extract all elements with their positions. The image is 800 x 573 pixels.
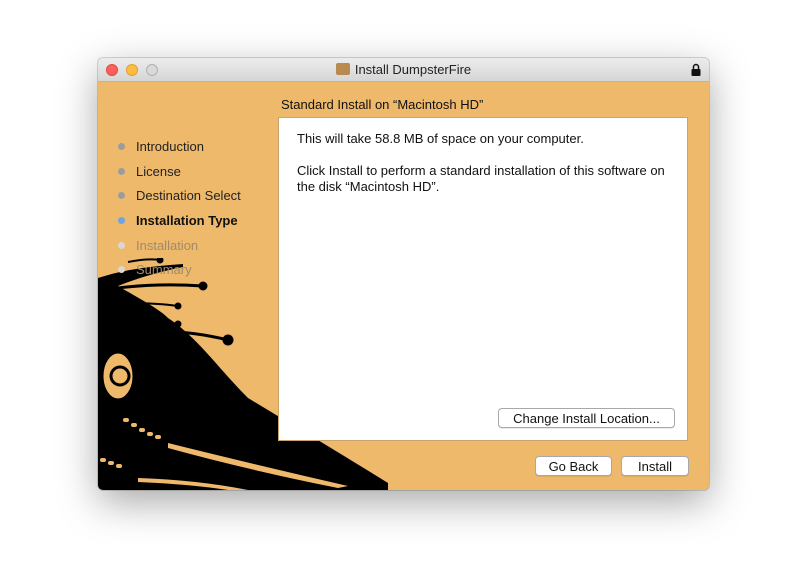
step-label: Installation [136,237,199,253]
page-heading: Standard Install on “Macintosh HD” [281,97,484,112]
step-dot-icon [118,217,125,225]
window-title: Install DumpsterFire [98,62,709,77]
window-title-text: Install DumpsterFire [354,62,472,77]
lock-icon[interactable] [691,63,701,76]
step-dot-icon [118,167,125,175]
steps-sidebar: Introduction License Destination Select … [118,138,241,286]
step-label: Destination Select [136,188,241,204]
step-dot-icon [118,143,125,150]
install-button[interactable]: Install [621,456,689,476]
step-license: License [118,163,241,188]
installer-window: Install DumpsterFire Standard Install on… [98,58,709,490]
step-destination-select: Destination Select [118,187,241,212]
step-label: Summary [136,262,192,278]
step-label: Installation Type [136,213,238,229]
step-introduction: Introduction [118,138,241,163]
step-dot-icon [118,192,125,200]
content-panel: This will take 58.8 MB of space on your … [278,117,688,441]
step-installation: Installation [118,237,241,262]
install-instructions: Click Install to perform a standard inst… [297,163,665,194]
step-installation-type: Installation Type [118,212,241,237]
go-back-button[interactable]: Go Back [535,456,612,476]
package-icon [335,63,350,75]
step-dot-icon [118,241,125,249]
change-install-location-button[interactable]: Change Install Location... [498,408,675,428]
step-label: License [136,163,181,179]
space-required-text: This will take 58.8 MB of space on your … [297,131,584,146]
step-dot-icon [118,266,125,274]
step-label: Introduction [136,139,204,154]
step-summary: Summary [118,261,241,286]
title-bar: Install DumpsterFire [98,58,709,82]
